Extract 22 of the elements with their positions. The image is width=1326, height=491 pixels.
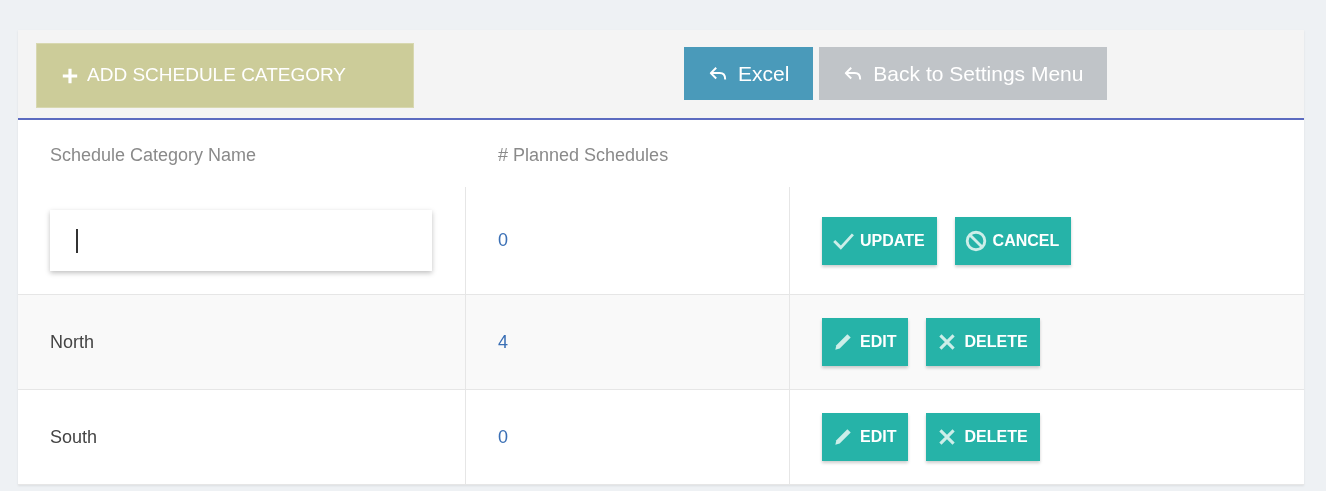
text-cursor bbox=[76, 229, 78, 253]
schedule-count: 0 bbox=[497, 229, 508, 252]
pencil-icon bbox=[832, 426, 854, 448]
schedule-count: 0 bbox=[497, 425, 508, 449]
column-header: Schedule Category Name bbox=[49, 144, 258, 167]
plus-icon bbox=[61, 66, 79, 85]
name-input-field[interactable] bbox=[50, 210, 432, 271]
category-name: North bbox=[50, 330, 94, 354]
update-button[interactable]: UPDATE bbox=[822, 216, 937, 265]
pencil-icon bbox=[832, 331, 854, 353]
back-button[interactable]: Back to Settings Menu bbox=[819, 47, 1108, 100]
excel-button[interactable]: Excel bbox=[684, 47, 814, 100]
category-name: South bbox=[50, 425, 98, 449]
edit-button[interactable]: EDIT bbox=[822, 413, 909, 461]
schedule-count: 4 bbox=[497, 330, 508, 354]
add-schedule-category-button[interactable]: ADD SCHEDULE CATEGORY bbox=[36, 43, 414, 108]
edit-button[interactable]: EDIT bbox=[822, 318, 909, 366]
cancel-button[interactable]: CANCEL bbox=[954, 216, 1072, 265]
column-header: # Planned Schedules bbox=[497, 144, 670, 167]
prohibited-icon bbox=[964, 229, 987, 252]
delete-button[interactable]: DELETE bbox=[926, 413, 1040, 461]
delete-button[interactable]: DELETE bbox=[926, 318, 1040, 366]
